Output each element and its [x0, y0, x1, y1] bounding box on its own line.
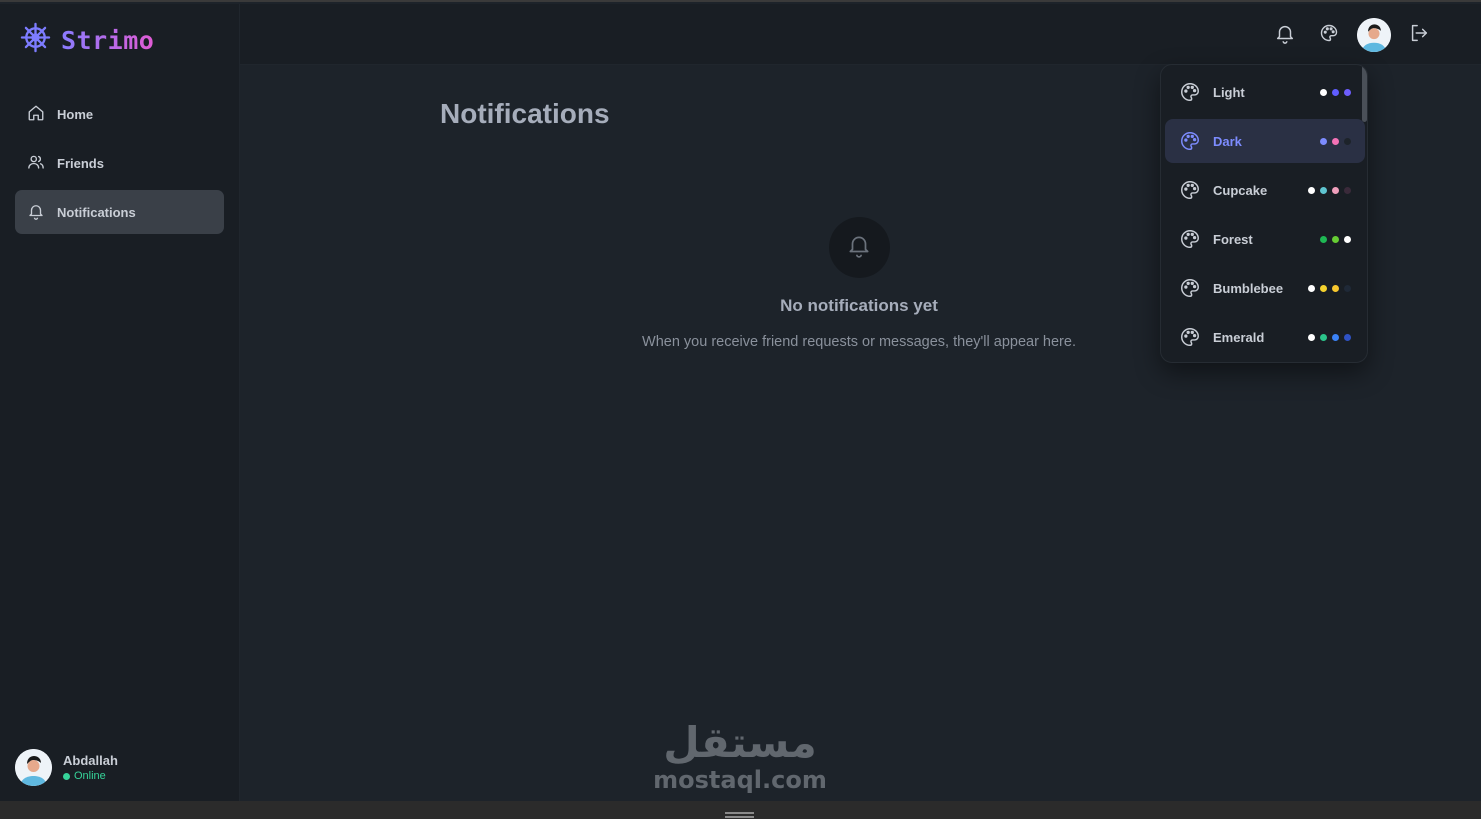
color-swatch — [1344, 235, 1351, 243]
color-swatch — [1320, 137, 1327, 145]
color-swatch — [1332, 137, 1339, 145]
color-swatch — [1344, 333, 1351, 341]
color-swatch — [1344, 284, 1351, 292]
status-badge: Online — [63, 770, 118, 782]
theme-label: Emerald — [1213, 329, 1265, 345]
palette-icon — [1179, 277, 1201, 304]
theme-option-light[interactable]: Light — [1165, 70, 1365, 114]
sidebar-item-label: Friends — [57, 155, 104, 171]
theme-swatches — [1320, 137, 1351, 145]
bell-icon — [846, 232, 872, 263]
resize-handle[interactable] — [725, 812, 754, 814]
theme-option-dark[interactable]: Dark — [1165, 119, 1365, 163]
users-icon — [27, 153, 45, 174]
color-swatch — [1344, 137, 1351, 145]
theme-dropdown: Light Dark Cupcake Forest Bumblebee Emerald — [1160, 64, 1368, 363]
bottom-bar — [0, 801, 1481, 819]
color-swatch — [1308, 186, 1315, 194]
color-swatch — [1332, 88, 1339, 96]
empty-state-text: When you receive friend requests or mess… — [642, 334, 1076, 350]
theme-swatches — [1308, 284, 1351, 292]
color-swatch — [1308, 284, 1315, 292]
theme-label: Forest — [1213, 231, 1253, 247]
theme-option-forest[interactable]: Forest — [1165, 217, 1365, 261]
color-swatch — [1320, 284, 1327, 292]
theme-label: Light — [1213, 84, 1245, 100]
current-user[interactable]: Abdallah Online — [15, 749, 118, 786]
empty-state: No notifications yet When you receive fr… — [640, 217, 1078, 353]
theme-label: Dark — [1213, 133, 1242, 149]
color-swatch — [1332, 284, 1339, 292]
color-swatch — [1320, 186, 1327, 194]
watermark-latin: mostaql.com — [653, 766, 827, 794]
theme-label: Bumblebee — [1213, 280, 1284, 296]
user-avatar-button[interactable] — [1357, 18, 1391, 52]
theme-button[interactable] — [1307, 17, 1351, 53]
sidebar-item-notifications[interactable]: Notifications — [15, 190, 224, 234]
theme-option-cupcake[interactable]: Cupcake — [1165, 168, 1365, 212]
theme-swatches — [1308, 333, 1351, 341]
sidebar: Strimo Home Friends Notifications Abdall… — [0, 4, 240, 801]
sidebar-item-home[interactable]: Home — [15, 92, 224, 136]
color-swatch — [1332, 186, 1339, 194]
color-swatch — [1320, 88, 1327, 96]
palette-icon — [1179, 326, 1201, 353]
user-info: Abdallah Online — [63, 753, 118, 782]
brand-name: Strimo — [61, 25, 155, 55]
user-status-label: Online — [74, 770, 106, 782]
home-icon — [27, 104, 45, 125]
palette-icon — [1179, 228, 1201, 255]
color-swatch — [1332, 333, 1339, 341]
watermark-arabic: مستقل — [663, 718, 817, 767]
color-swatch — [1332, 235, 1339, 243]
theme-swatches — [1320, 235, 1351, 243]
color-swatch — [1344, 88, 1351, 96]
sidebar-item-label: Home — [57, 106, 94, 122]
empty-state-title: No notifications yet — [780, 296, 938, 315]
sidebar-item-friends[interactable]: Friends — [15, 141, 224, 185]
sidebar-nav: Home Friends Notifications — [15, 92, 224, 239]
theme-label: Cupcake — [1213, 182, 1268, 198]
theme-option-bumblebee[interactable]: Bumblebee — [1165, 266, 1365, 310]
logout-icon — [1408, 22, 1430, 49]
empty-bell-badge — [828, 217, 890, 278]
ship-wheel-icon — [20, 22, 51, 58]
palette-icon — [1179, 81, 1201, 108]
palette-icon — [1179, 130, 1201, 157]
bell-icon — [27, 202, 45, 223]
sidebar-item-label: Notifications — [57, 204, 136, 220]
color-swatch — [1320, 235, 1327, 243]
topbar — [240, 4, 1481, 65]
page-title: Notifications — [440, 98, 610, 129]
color-swatch — [1344, 186, 1351, 194]
palette-icon — [1179, 179, 1201, 206]
app-frame: Strimo Home Friends Notifications Abdall… — [0, 0, 1481, 819]
palette-icon — [1319, 23, 1339, 48]
theme-swatches — [1308, 186, 1351, 194]
logout-button[interactable] — [1397, 17, 1441, 53]
online-dot — [63, 772, 70, 780]
notifications-button[interactable] — [1263, 17, 1307, 53]
theme-option-emerald[interactable]: Emerald — [1165, 315, 1365, 359]
topbar-actions — [1263, 17, 1441, 53]
user-name: Abdallah — [63, 753, 118, 768]
color-swatch — [1320, 333, 1327, 341]
watermark: مستقل mostaql.com — [650, 718, 830, 792]
color-swatch — [1308, 333, 1315, 341]
brand[interactable]: Strimo — [20, 22, 154, 58]
avatar — [15, 749, 52, 786]
theme-swatches — [1320, 88, 1351, 96]
bell-icon — [1274, 22, 1296, 49]
